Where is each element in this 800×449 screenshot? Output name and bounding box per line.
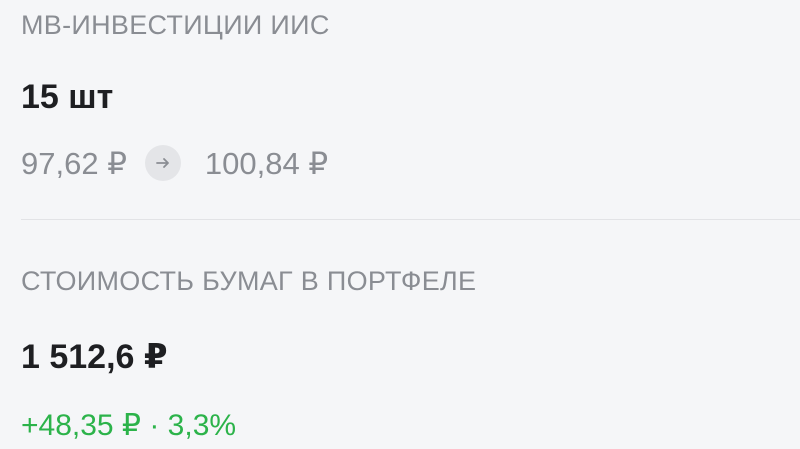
security-name-label: МВ-ИНВЕСТИЦИИ ИИС bbox=[21, 10, 330, 40]
price-change-row: 97,62 ₽ 100,84 ₽ bbox=[21, 144, 328, 182]
portfolio-change: +48,35 ₽ · 3,3% bbox=[21, 409, 237, 442]
section-divider bbox=[21, 219, 800, 220]
current-price: 100,84 ₽ bbox=[204, 145, 329, 181]
quantity-value: 15 шт bbox=[21, 78, 114, 116]
buy-price: 97,62 ₽ bbox=[21, 145, 127, 181]
portfolio-value-label: СТОИМОСТЬ БУМАГ В ПОРТФЕЛЕ bbox=[21, 266, 477, 296]
arrow-right-icon bbox=[144, 145, 181, 181]
portfolio-value: 1 512,6 ₽ bbox=[21, 338, 168, 376]
